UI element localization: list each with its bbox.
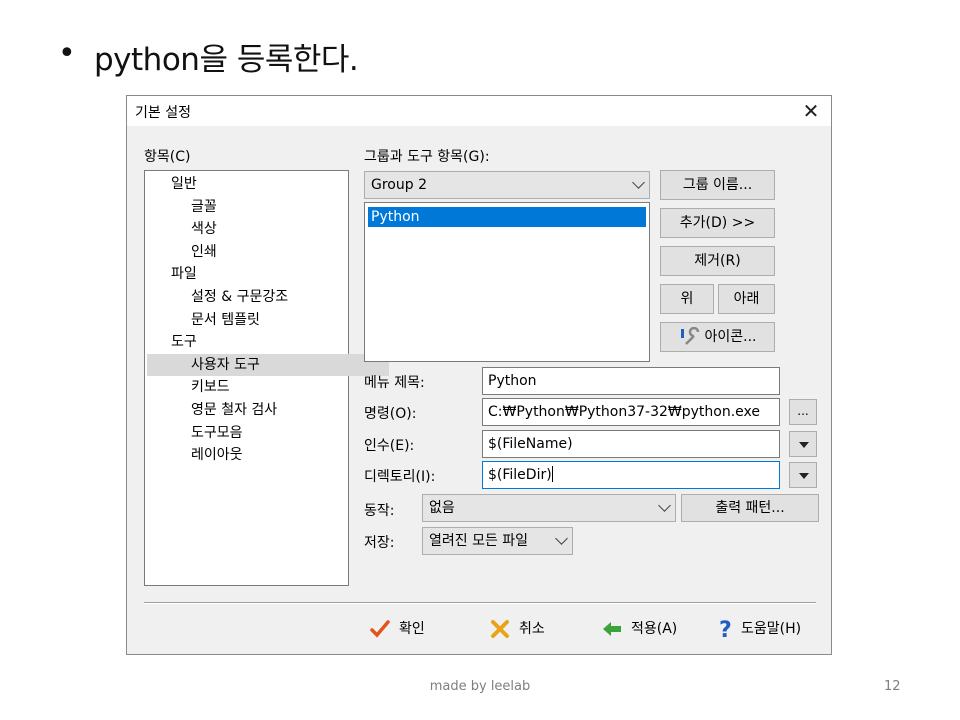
action-label: 동작: xyxy=(364,503,395,519)
dialog-title: 기본 설정 xyxy=(135,105,191,121)
group-select[interactable]: Group 2 xyxy=(364,171,650,199)
up-button[interactable]: 위 xyxy=(660,284,714,314)
items-tree[interactable]: 일반 글꼴 색상 인쇄 파일 설정 & 구문강조 문서 템플릿 도구 사용자 도구 키보드 영문 철… xyxy=(144,170,389,586)
tree-item[interactable]: 색상 xyxy=(191,218,217,240)
tree-item[interactable]: 키보드 xyxy=(191,376,230,398)
svg-text:?: ? xyxy=(719,618,732,640)
args-label: 인수(E): xyxy=(364,438,415,454)
text-caret xyxy=(551,466,553,482)
help-button[interactable]: ? 도움말(H) xyxy=(719,614,801,644)
tree-item[interactable]: 도구모음 xyxy=(191,422,243,444)
tree-item[interactable]: 인쇄 xyxy=(191,241,217,263)
tree-item[interactable]: 레이아웃 xyxy=(191,444,243,466)
group-name-button[interactable]: 그룹 이름... xyxy=(660,170,775,200)
action-select-value: 없음 xyxy=(429,500,455,516)
tree-item[interactable]: 글꼴 xyxy=(191,196,217,218)
tree-item[interactable]: 문서 템플릿 xyxy=(191,309,260,331)
slide-footer: made by leelab xyxy=(429,679,531,694)
remove-button[interactable]: 제거(R) xyxy=(660,246,775,276)
slide-bullet: • xyxy=(58,36,76,71)
footer-divider xyxy=(144,602,816,604)
preferences-dialog: 기본 설정 ✕ 항목(C) 일반 글꼴 색상 인쇄 파일 설정 & 구문강조 문서 템플릿 도… xyxy=(126,95,832,655)
tree-item[interactable]: 파일 xyxy=(171,263,197,285)
save-select[interactable]: 열려진 모든 파일 xyxy=(422,527,573,555)
output-pattern-button[interactable]: 출력 패턴... xyxy=(681,494,819,522)
help-label: 도움말(H) xyxy=(741,621,802,637)
args-dropdown-button[interactable] xyxy=(789,431,817,457)
items-label: 항목(C) xyxy=(144,149,191,165)
icon-button[interactable]: 아이콘... xyxy=(660,322,775,352)
question-icon: ? xyxy=(719,618,732,643)
command-label: 명령(O): xyxy=(364,406,417,422)
page-number: 12 xyxy=(884,679,901,694)
tree-item[interactable]: 사용자 도구 xyxy=(147,353,389,376)
menu-title-field[interactable]: Python xyxy=(482,367,780,395)
tree-item[interactable]: 영문 철자 검사 xyxy=(191,399,277,421)
action-select[interactable]: 없음 xyxy=(422,494,676,522)
ok-label: 확인 xyxy=(399,621,425,637)
command-field[interactable]: C:₩Python₩Python37-32₩python.exe xyxy=(482,398,780,426)
dir-field-value: $(FileDir) xyxy=(488,467,552,483)
cancel-button[interactable]: 취소 xyxy=(489,614,545,644)
left-arrow-icon xyxy=(603,622,621,636)
triangle-down-icon xyxy=(799,442,809,448)
icon-button-label: 아이콘... xyxy=(704,329,757,345)
tree-item[interactable]: 일반 xyxy=(171,173,197,195)
tool-list[interactable]: Python xyxy=(364,202,650,362)
ok-button[interactable]: 확인 xyxy=(369,614,425,644)
list-item[interactable]: Python xyxy=(368,207,646,227)
cancel-x-icon xyxy=(491,620,509,638)
chevron-down-icon xyxy=(555,532,568,545)
dir-field[interactable]: $(FileDir) xyxy=(482,461,780,489)
close-icon[interactable]: ✕ xyxy=(791,96,831,126)
add-button[interactable]: 추가(D) >> xyxy=(660,208,775,238)
browse-button[interactable]: ... xyxy=(789,399,817,425)
down-button[interactable]: 아래 xyxy=(718,284,775,314)
cancel-label: 취소 xyxy=(519,621,545,637)
menu-title-label: 메뉴 제목: xyxy=(364,375,425,391)
save-select-value: 열려진 모든 파일 xyxy=(429,533,529,549)
dir-label: 디렉토리(I): xyxy=(364,469,436,485)
save-label: 저장: xyxy=(364,535,395,551)
dir-dropdown-button[interactable] xyxy=(789,462,817,488)
triangle-down-icon xyxy=(799,473,809,479)
dialog-titlebar: 기본 설정 ✕ xyxy=(127,96,831,126)
slide-title: python을 등록한다. xyxy=(94,42,359,78)
chevron-down-icon xyxy=(658,499,671,512)
args-field[interactable]: $(FileName) xyxy=(482,430,780,458)
tree-item[interactable]: 도구 xyxy=(171,331,197,353)
apply-label: 적용(A) xyxy=(631,621,678,637)
apply-button[interactable]: 적용(A) xyxy=(601,614,677,644)
wrench-icon xyxy=(680,326,699,345)
group-label: 그룹과 도구 항목(G): xyxy=(364,149,490,165)
chevron-down-icon xyxy=(632,176,645,189)
tree-item[interactable]: 설정 & 구문강조 xyxy=(191,286,288,308)
checkmark-icon xyxy=(370,620,390,638)
group-select-value: Group 2 xyxy=(371,177,427,193)
